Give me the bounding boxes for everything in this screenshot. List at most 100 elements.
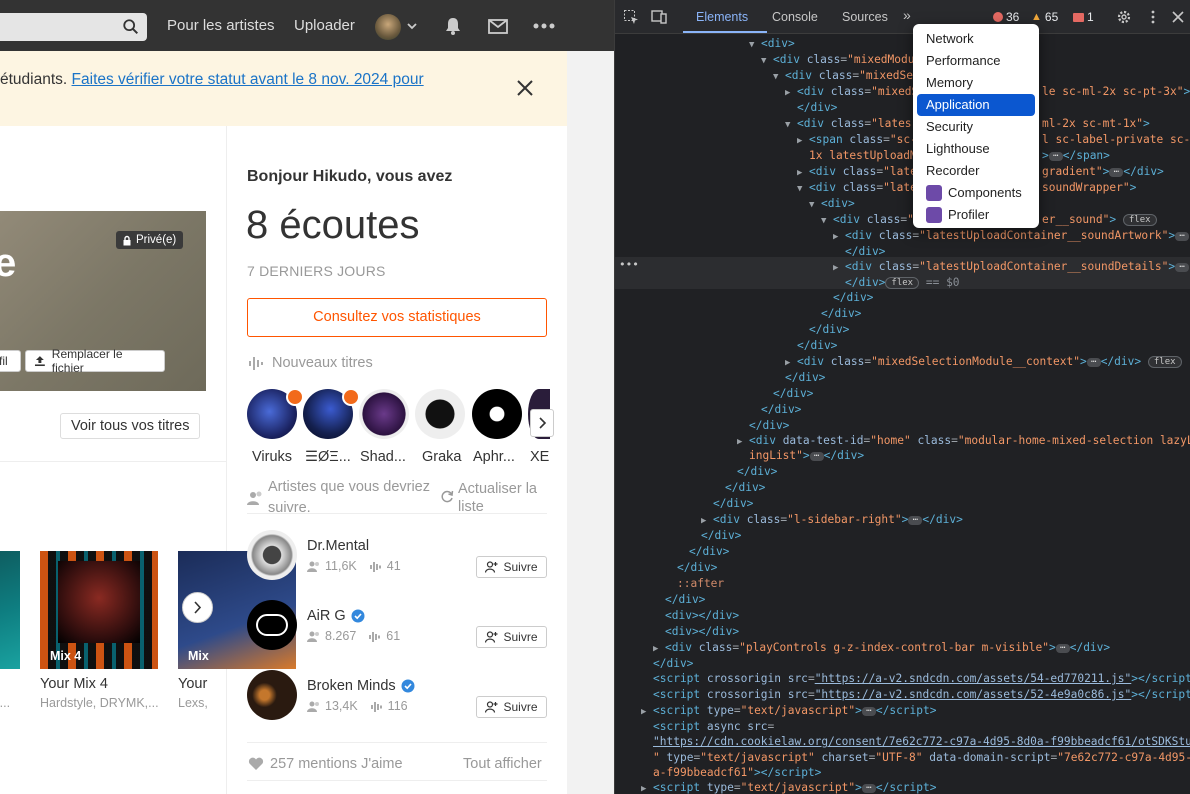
dom-node[interactable]: ▼ <div class=" — [821, 212, 914, 228]
mix-card-artwork[interactable]: Mix 4 — [40, 551, 158, 669]
inspect-element-icon[interactable] — [623, 9, 639, 25]
artist-name[interactable]: ☰ØΞ... — [305, 449, 351, 465]
artist-name[interactable]: Graka — [422, 449, 462, 465]
dom-node[interactable]: ▶ <script type="text/javascript">… </scrip… — [641, 780, 936, 794]
track-artwork[interactable]: e Privé(e) fil Remplacer le fichier — [0, 211, 206, 391]
menu-item-performance[interactable]: Performance — [917, 50, 1035, 72]
dom-node[interactable]: ▼ <div class="late — [797, 180, 917, 196]
replace-file-button[interactable]: Remplacer le fichier — [25, 347, 165, 375]
tracks-icon — [369, 561, 381, 572]
artist-avatar[interactable] — [472, 389, 522, 439]
menu-item-profiler[interactable]: Profiler — [917, 204, 1035, 226]
follow-label: Suivre — [503, 700, 538, 714]
flex-badge[interactable]: flex — [1122, 214, 1157, 226]
follow-button[interactable]: Suivre — [476, 696, 547, 718]
follow-button[interactable]: Suivre — [476, 556, 547, 578]
artist-name[interactable]: Broken Minds — [307, 678, 396, 694]
view-stats-button[interactable]: Consultez vos statistiques — [247, 298, 547, 337]
artist-avatar[interactable] — [359, 389, 409, 439]
dom-pseudo-element[interactable]: ::after — [677, 576, 724, 592]
tab-console[interactable]: Console — [772, 10, 818, 24]
menu-item-application[interactable]: Application — [917, 94, 1035, 116]
search-input[interactable] — [0, 13, 147, 41]
menu-item-network[interactable]: Network — [917, 28, 1035, 50]
artist-name[interactable]: Dr.Mental — [307, 538, 369, 554]
dom-close-tag: </div> flex == $0 — [845, 276, 960, 289]
follow-button[interactable]: Suivre — [476, 626, 547, 648]
mix-title[interactable]: Your Mix 4 — [40, 676, 108, 692]
menu-item-lighthouse[interactable]: Lighthouse — [917, 138, 1035, 160]
dom-close-tag: </div> — [821, 307, 862, 320]
dom-node[interactable]: ▼ <div class="mixedModu — [761, 52, 914, 68]
dom-node[interactable]: <script crossorigin src="https://a-v2.sn… — [653, 671, 1190, 687]
dom-node[interactable]: ▼ <div class="mixedSe — [773, 68, 913, 84]
menu-item-memory[interactable]: Memory — [917, 72, 1035, 94]
dom-node[interactable]: ▶ <script type="text/javascript">… </scrip… — [641, 703, 936, 719]
menu-item-components[interactable]: Components — [917, 182, 1035, 204]
dom-node[interactable]: ▶ <div class="latestUploadContainer__soun… — [833, 228, 1190, 244]
more-icon[interactable] — [532, 16, 556, 36]
kebab-menu-icon[interactable] — [1145, 9, 1161, 25]
tab-elements[interactable]: Elements — [696, 10, 748, 24]
dom-node[interactable]: ▼ <div> — [749, 36, 795, 52]
menu-item-recorder[interactable]: Recorder — [917, 160, 1035, 182]
dom-node[interactable]: ▶ <div class="mixedS — [785, 84, 918, 100]
flex-badge[interactable]: flex — [885, 277, 920, 289]
dom-node[interactable]: ▶ <div class="l-sidebar-right">… </div> — [701, 512, 963, 528]
artist-avatar[interactable] — [247, 530, 297, 580]
carousel-next-button[interactable] — [182, 592, 213, 623]
dom-node[interactable]: ▶ <div data-test-id="home" class="modular… — [737, 433, 1190, 449]
avatar-carousel-next-button[interactable] — [530, 409, 554, 437]
close-devtools-icon[interactable] — [1170, 9, 1186, 25]
close-icon[interactable] — [515, 78, 535, 98]
mix-subtitle: Hardstyle, DRYMK,... — [40, 696, 159, 710]
dom-node[interactable]: ▶ <div class="playControls g-z-index-cont… — [653, 640, 1110, 656]
search-icon[interactable] — [122, 18, 140, 36]
edit-profile-button[interactable]: fil — [0, 350, 21, 372]
artist-name[interactable]: Shad... — [360, 449, 406, 465]
dom-node[interactable]: ▶ <div class="late — [797, 164, 917, 180]
dom-node[interactable]: ▶ <div class="mixedSelectionModule__conte… — [785, 354, 1182, 370]
divider — [247, 742, 547, 743]
see-all-tracks-button[interactable]: Voir tous vos titres — [60, 413, 201, 439]
mix-card-artwork[interactable] — [0, 551, 20, 669]
dom-node-selected[interactable]: ▶ <div class="latestUploadContainer__soun… — [833, 259, 1190, 275]
artist-name[interactable]: Aphr... — [473, 449, 515, 465]
device-toolbar-icon[interactable] — [651, 9, 667, 25]
artist-avatar[interactable] — [415, 389, 465, 439]
mix-subtitle: Z... — [0, 696, 11, 710]
node-actions-ellipsis[interactable]: ••• — [619, 258, 639, 271]
refresh-suggestions-button[interactable]: Actualiser la liste — [440, 480, 548, 516]
dom-node-fragment: ingList">… </div> — [749, 448, 865, 462]
artist-name[interactable]: AiR G — [307, 608, 346, 624]
artist-name[interactable]: XE — [530, 449, 549, 465]
dom-node[interactable]: ▼ <div> — [809, 196, 855, 212]
mix-title[interactable]: Your — [178, 676, 207, 692]
flex-badge[interactable]: flex — [1147, 356, 1182, 368]
banner-verify-link[interactable]: Faites vérifier votre statut avant le 8 … — [72, 71, 424, 88]
artist-name[interactable]: Viruks — [252, 449, 292, 465]
dom-node[interactable]: <script async src= — [653, 719, 774, 735]
settings-gear-icon[interactable] — [1116, 9, 1132, 25]
nav-upload-link[interactable]: Uploader — [294, 17, 355, 34]
dom-node[interactable]: <div></div> — [665, 624, 739, 640]
chevron-down-icon[interactable] — [406, 20, 418, 32]
tab-sources[interactable]: Sources — [842, 10, 888, 24]
error-counter[interactable]: 36 — [993, 10, 1019, 24]
user-avatar[interactable] — [375, 14, 401, 40]
dom-node[interactable]: <div></div> — [665, 608, 739, 624]
see-all-likes-link[interactable]: Tout afficher — [463, 756, 542, 772]
dom-node[interactable]: ▼ <div class="lates — [785, 116, 912, 132]
dom-close-tag: </div> — [833, 291, 874, 304]
nav-for-artists-link[interactable]: Pour les artistes — [167, 17, 275, 34]
mail-icon[interactable] — [487, 16, 509, 36]
dom-node[interactable]: ▶ <span class="sc- — [797, 132, 917, 148]
menu-item-security[interactable]: Security — [917, 116, 1035, 138]
warning-counter[interactable]: ▲ 65 — [1031, 10, 1058, 24]
artist-avatar[interactable] — [247, 670, 297, 720]
more-tabs-chevron-icon[interactable]: » — [903, 7, 911, 23]
bell-icon[interactable] — [443, 16, 463, 36]
issues-counter[interactable]: 1 — [1073, 10, 1094, 24]
dom-node[interactable]: <script crossorigin src="https://a-v2.sn… — [653, 687, 1190, 703]
artist-avatar[interactable] — [247, 600, 297, 650]
